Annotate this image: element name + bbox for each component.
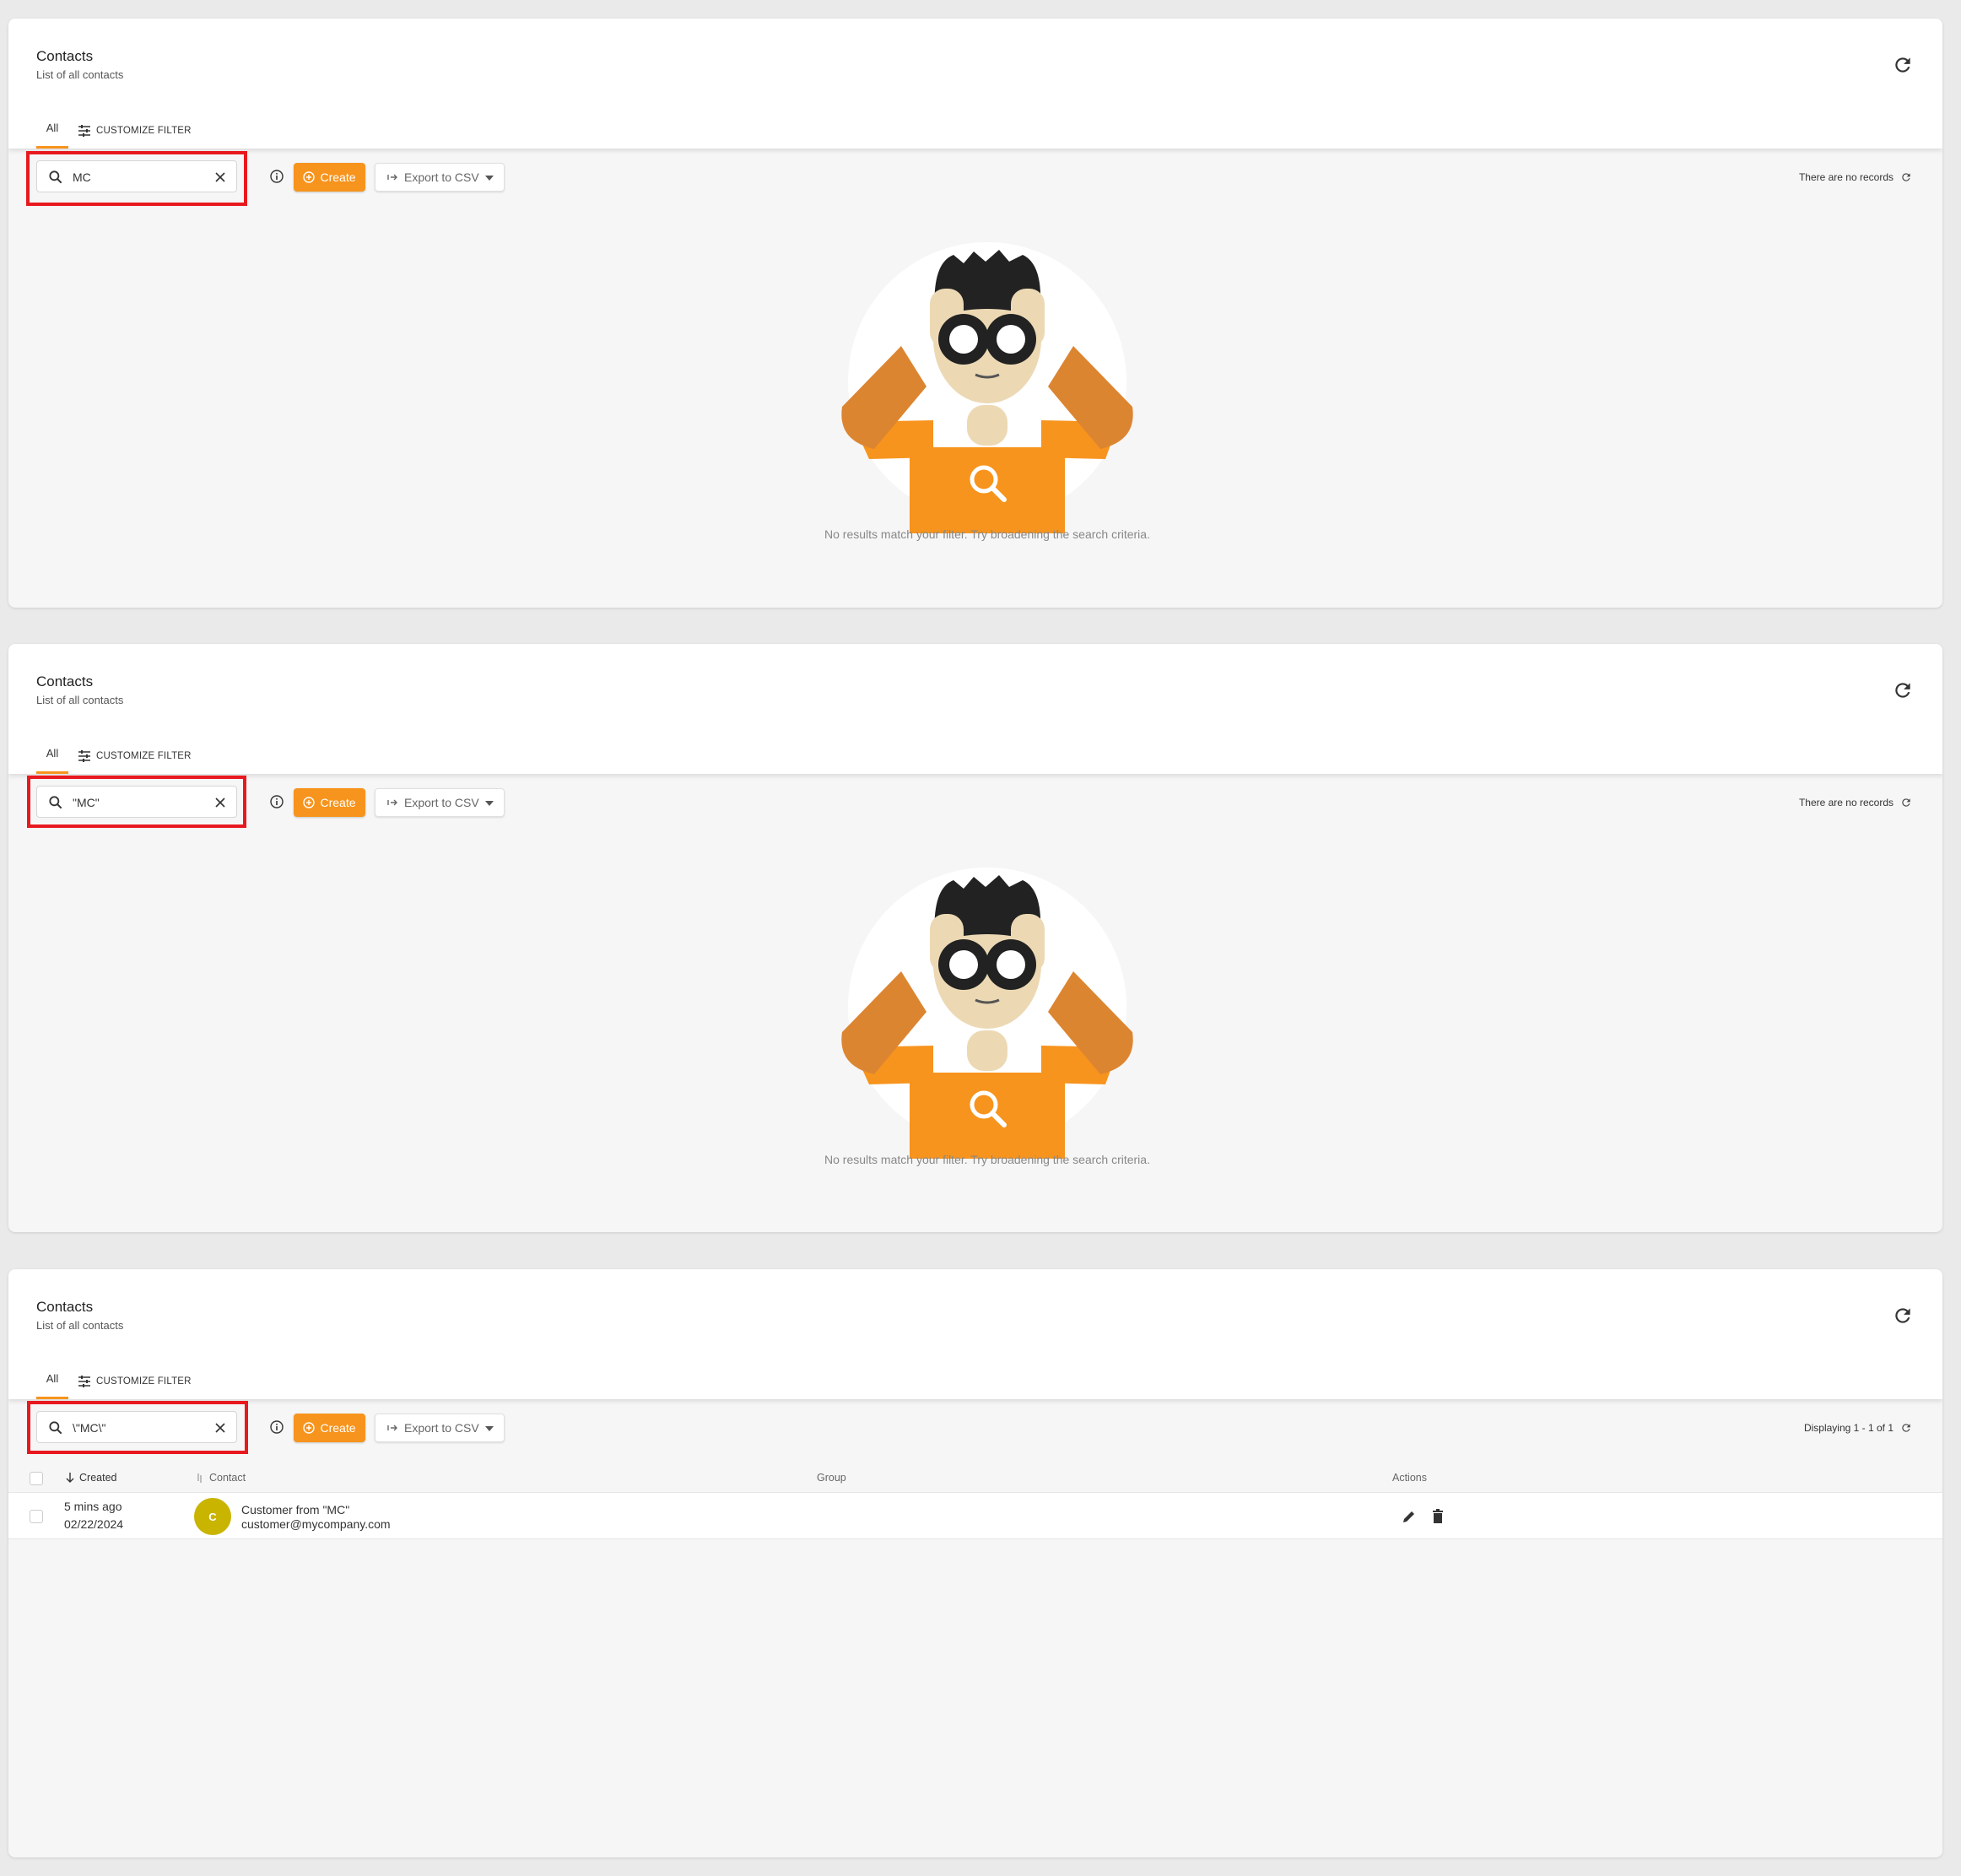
filter-icon [78, 1376, 90, 1387]
contacts-panel-1: Contacts List of all contacts All CUSTOM… [8, 19, 1942, 608]
search-input[interactable] [73, 1419, 199, 1437]
search-field[interactable] [36, 160, 237, 192]
column-actions-label: Actions [1392, 1472, 1427, 1484]
create-button[interactable]: Create [294, 1414, 365, 1442]
info-icon[interactable] [269, 1419, 284, 1435]
export-arrow-icon [387, 799, 397, 806]
column-contact[interactable]: Contact [196, 1472, 246, 1484]
filter-icon [78, 125, 90, 137]
tab-customize-filter[interactable]: CUSTOMIZE FILTER [78, 122, 192, 140]
page-subtitle: List of all contacts [36, 68, 124, 81]
sort-icon [197, 1473, 202, 1483]
export-arrow-icon [387, 174, 397, 181]
page-title: Contacts [36, 673, 94, 689]
page-title: Contacts [36, 1299, 94, 1315]
record-status: There are no records [1799, 167, 1912, 187]
table-header: Created Contact Group Actions [8, 1460, 1942, 1494]
search-icon [49, 170, 62, 184]
export-csv-label: Export to CSV [404, 796, 479, 809]
page-subtitle: List of all contacts [36, 694, 124, 706]
refresh-icon[interactable] [1892, 54, 1914, 76]
export-arrow-icon [387, 1425, 397, 1431]
clear-icon[interactable] [213, 796, 227, 809]
info-icon[interactable] [269, 794, 284, 809]
search-input[interactable] [73, 168, 199, 187]
info-icon[interactable] [269, 169, 284, 184]
tab-all[interactable]: All [36, 738, 68, 774]
refresh-icon[interactable] [1900, 1422, 1912, 1434]
avatar: C [194, 1498, 231, 1535]
clear-icon[interactable] [213, 170, 227, 184]
add-circle-icon [303, 1422, 316, 1434]
tab-customize-filter-label: CUSTOMIZE FILTER [96, 751, 192, 761]
create-button-label: Create [320, 796, 356, 809]
panel-header: Contacts List of all contacts All CUSTOM… [8, 644, 1942, 774]
page-subtitle: List of all contacts [36, 1319, 124, 1332]
record-status: There are no records [1799, 792, 1912, 813]
export-csv-button[interactable]: Export to CSV [375, 163, 505, 192]
create-button-label: Create [320, 170, 356, 184]
search-field[interactable] [36, 1411, 237, 1443]
refresh-icon[interactable] [1892, 679, 1914, 701]
tab-customize-filter[interactable]: CUSTOMIZE FILTER [78, 747, 192, 765]
chevron-down-icon [485, 801, 494, 806]
column-group-label: Group [817, 1472, 846, 1484]
contacts-panel-3: Contacts List of all contacts All CUSTOM… [8, 1269, 1942, 1857]
empty-state-message: No results match your filter. Try broade… [824, 527, 1150, 541]
refresh-icon[interactable] [1892, 1305, 1914, 1327]
refresh-icon[interactable] [1900, 171, 1912, 183]
search-icon [49, 796, 62, 809]
contacts-panel-2: Contacts List of all contacts All CUSTOM… [8, 644, 1942, 1232]
contact-email: customer@mycompany.com [241, 1517, 391, 1531]
search-icon [49, 1421, 62, 1435]
record-status: Displaying 1 - 1 of 1 [1804, 1418, 1912, 1438]
tab-all[interactable]: All [36, 113, 68, 149]
binoculars-man-illustration [841, 242, 1133, 533]
tab-customize-filter-label: CUSTOMIZE FILTER [96, 1376, 192, 1387]
panel-header: Contacts List of all contacts All CUSTOM… [8, 1269, 1942, 1399]
table-row[interactable]: 5 mins ago 02/22/2024 C Customer from "M… [8, 1492, 1942, 1539]
create-button[interactable]: Create [294, 163, 365, 192]
search-input[interactable] [73, 793, 199, 812]
page-title: Contacts [36, 48, 94, 64]
chevron-down-icon [485, 176, 494, 181]
clear-icon[interactable] [213, 1421, 227, 1435]
select-all-checkbox[interactable] [30, 1472, 43, 1485]
edit-icon[interactable] [1402, 1509, 1417, 1524]
created-date: 02/22/2024 [64, 1517, 124, 1531]
chevron-down-icon [485, 1426, 494, 1431]
panel-header: Contacts List of all contacts All CUSTOM… [8, 19, 1942, 149]
export-csv-button[interactable]: Export to CSV [375, 1414, 505, 1442]
tab-customize-filter[interactable]: CUSTOMIZE FILTER [78, 1372, 192, 1391]
search-field[interactable] [36, 786, 237, 818]
tab-customize-filter-label: CUSTOMIZE FILTER [96, 126, 192, 136]
contact-name: Customer from "MC" [241, 1503, 350, 1516]
filter-icon [78, 750, 90, 762]
record-status-text: There are no records [1798, 171, 1893, 183]
record-status-text: Displaying 1 - 1 of 1 [1803, 1422, 1893, 1434]
empty-state-message: No results match your filter. Try broade… [824, 1153, 1150, 1166]
column-contact-label: Contact [209, 1472, 246, 1484]
export-csv-label: Export to CSV [404, 1421, 479, 1435]
refresh-icon[interactable] [1900, 797, 1912, 808]
created-relative: 5 mins ago [64, 1500, 122, 1513]
export-csv-button[interactable]: Export to CSV [375, 788, 505, 817]
create-button-label: Create [320, 1421, 356, 1435]
column-created[interactable]: Created [66, 1472, 116, 1484]
binoculars-man-illustration [841, 868, 1133, 1159]
sort-down-icon [66, 1473, 74, 1483]
tab-all[interactable]: All [36, 1364, 68, 1399]
delete-icon[interactable] [1431, 1509, 1445, 1524]
create-button[interactable]: Create [294, 788, 365, 817]
add-circle-icon [303, 171, 316, 183]
export-csv-label: Export to CSV [404, 170, 479, 184]
add-circle-icon [303, 797, 316, 808]
record-status-text: There are no records [1798, 797, 1893, 808]
row-checkbox[interactable] [30, 1510, 43, 1523]
column-created-label: Created [79, 1472, 117, 1484]
